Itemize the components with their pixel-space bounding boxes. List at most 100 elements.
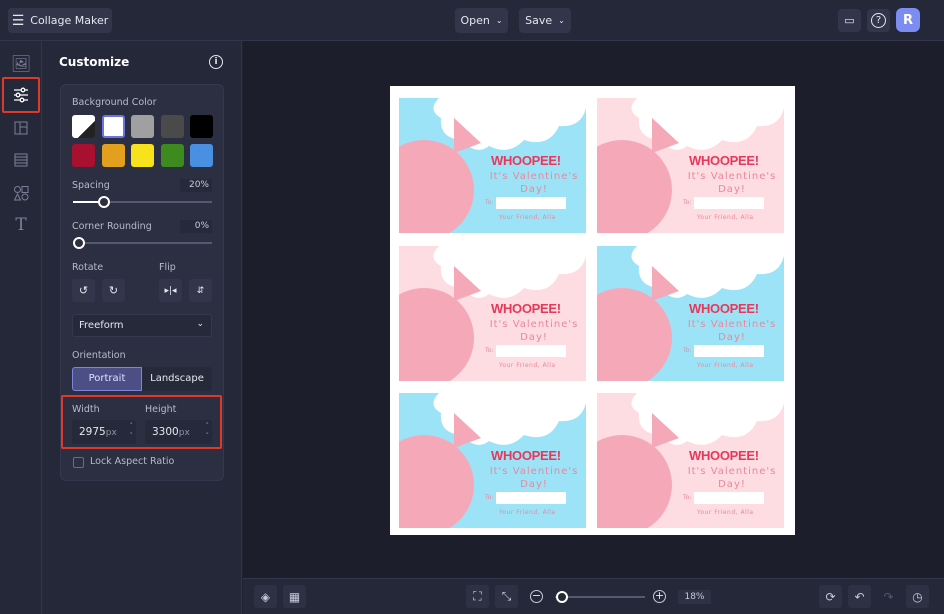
undo-icon: ↶ bbox=[854, 589, 865, 604]
grid-icon: ▦ bbox=[288, 589, 301, 604]
corner-slider-handle[interactable] bbox=[73, 237, 85, 249]
open-label: Open bbox=[460, 14, 490, 27]
card-title: WHOOPEE! bbox=[689, 301, 759, 316]
rotate-left-button[interactable]: ↺ bbox=[72, 279, 95, 302]
color-swatch[interactable] bbox=[190, 144, 213, 167]
zoom-slider[interactable] bbox=[555, 596, 645, 598]
redo-button[interactable]: ↷ bbox=[877, 585, 900, 608]
lock-aspect-checkbox[interactable] bbox=[73, 457, 84, 468]
card-message: It's Valentine's Day! bbox=[677, 170, 784, 196]
collage-sheet[interactable]: WHOOPEE! It's Valentine's Day! To: Your F… bbox=[390, 86, 795, 535]
zoom-out-icon[interactable]: − bbox=[530, 590, 543, 603]
spacing-label: Spacing bbox=[72, 180, 110, 191]
shrink-button[interactable]: ⤡ bbox=[495, 585, 518, 608]
card-title: WHOOPEE! bbox=[689, 153, 759, 168]
spacing-slider-fill bbox=[73, 201, 101, 203]
card-to-label: To: bbox=[485, 494, 494, 501]
save-button[interactable]: Save ⌄ bbox=[519, 8, 571, 33]
card-message: It's Valentine's Day! bbox=[677, 465, 784, 491]
shapes-icon[interactable] bbox=[8, 180, 34, 206]
color-swatch[interactable] bbox=[131, 144, 154, 167]
card-line2: Day! bbox=[718, 332, 746, 343]
top-bar: ☰ Collage Maker Open ⌄ Save ⌄ ▭ ? R bbox=[0, 0, 944, 41]
lock-aspect-label: Lock Aspect Ratio bbox=[90, 456, 175, 467]
card-message: It's Valentine's Day! bbox=[479, 170, 586, 196]
card-to-label: To: bbox=[683, 494, 692, 501]
comment-button[interactable]: ▭ bbox=[838, 9, 861, 32]
card-to-field bbox=[694, 197, 764, 209]
undo-button[interactable]: ↶ bbox=[848, 585, 871, 608]
color-swatch[interactable] bbox=[72, 115, 95, 138]
menu-button[interactable]: ☰ Collage Maker bbox=[8, 8, 112, 33]
info-icon[interactable]: i bbox=[209, 55, 223, 69]
history-icon: ◷ bbox=[912, 589, 923, 604]
card-to-label: To: bbox=[683, 199, 692, 206]
canvas-area: WHOOPEE! It's Valentine's Day! To: Your F… bbox=[243, 41, 944, 578]
card-from: Your Friend, Alla bbox=[499, 214, 556, 221]
shrink-icon: ⤡ bbox=[501, 589, 512, 603]
app-title: Collage Maker bbox=[30, 14, 109, 27]
bottom-bar: ◈ ▦ ⛶ ⤡ − + 18% ⟳ ↶ ↷ ◷ bbox=[243, 578, 944, 614]
card-to-field bbox=[496, 492, 566, 504]
zoom-slider-handle[interactable] bbox=[556, 591, 568, 603]
color-swatch[interactable] bbox=[160, 144, 184, 167]
valentine-card[interactable]: WHOOPEE! It's Valentine's Day! To: Your F… bbox=[597, 246, 784, 381]
expand-icon: ⛶ bbox=[473, 589, 482, 603]
valentine-card[interactable]: WHOOPEE! It's Valentine's Day! To: Your F… bbox=[597, 393, 784, 528]
flip-horizontal-icon: ▸|◂ bbox=[164, 285, 177, 296]
help-button[interactable]: ? bbox=[867, 9, 890, 32]
color-swatch[interactable] bbox=[190, 115, 213, 138]
corner-slider[interactable] bbox=[73, 242, 212, 244]
card-message: It's Valentine's Day! bbox=[677, 318, 784, 344]
chevron-down-icon: ⌄ bbox=[495, 16, 503, 25]
help-icon: ? bbox=[871, 13, 886, 28]
card-from: Your Friend, Alla bbox=[499, 509, 556, 516]
color-swatch[interactable] bbox=[101, 144, 125, 167]
text-icon[interactable]: T bbox=[8, 212, 34, 238]
corner-label: Corner Rounding bbox=[72, 221, 152, 232]
color-swatch[interactable] bbox=[101, 115, 125, 138]
card-title: WHOOPEE! bbox=[689, 448, 759, 463]
history-button[interactable]: ◷ bbox=[906, 585, 929, 608]
layout-icon[interactable] bbox=[8, 115, 34, 141]
corner-value[interactable]: 0% bbox=[180, 220, 212, 233]
save-label: Save bbox=[525, 14, 553, 27]
layers-button[interactable]: ◈ bbox=[254, 585, 277, 608]
chevron-down-icon: ⌄ bbox=[196, 319, 204, 329]
portrait-button[interactable]: Portrait bbox=[72, 367, 142, 391]
valentine-card[interactable]: WHOOPEE! It's Valentine's Day! To: Your F… bbox=[399, 98, 586, 233]
valentine-card[interactable]: WHOOPEE! It's Valentine's Day! To: Your F… bbox=[399, 393, 586, 528]
flip-vertical-button[interactable]: ⇵ bbox=[189, 279, 212, 302]
card-line1: It's Valentine's bbox=[489, 171, 579, 182]
spacing-value[interactable]: 20% bbox=[180, 179, 212, 192]
texture-icon[interactable] bbox=[8, 147, 34, 173]
card-line1: It's Valentine's bbox=[489, 319, 579, 330]
color-swatch[interactable] bbox=[160, 115, 184, 138]
card-title: WHOOPEE! bbox=[491, 301, 561, 316]
orientation-label: Orientation bbox=[72, 350, 126, 361]
card-to-field bbox=[694, 492, 764, 504]
rotate-right-button[interactable]: ↻ bbox=[102, 279, 125, 302]
color-swatch[interactable] bbox=[131, 115, 154, 138]
grid-button[interactable]: ▦ bbox=[283, 585, 306, 608]
card-from: Your Friend, Alla bbox=[697, 509, 754, 516]
landscape-button[interactable]: Landscape bbox=[142, 367, 212, 391]
open-button[interactable]: Open ⌄ bbox=[455, 8, 508, 33]
valentine-card[interactable]: WHOOPEE! It's Valentine's Day! To: Your F… bbox=[399, 246, 586, 381]
zoom-value[interactable]: 18% bbox=[678, 590, 711, 604]
avatar[interactable]: R bbox=[896, 8, 920, 32]
card-from: Your Friend, Alla bbox=[697, 214, 754, 221]
zoom-in-icon[interactable]: + bbox=[653, 590, 666, 603]
card-to-field bbox=[496, 345, 566, 357]
customize-panel: Customize i Background Color Spacing 20%… bbox=[42, 41, 242, 614]
image-icon[interactable]: 🖼 bbox=[8, 50, 34, 76]
fit-screen-button[interactable]: ⛶ bbox=[466, 585, 489, 608]
ratio-dropdown[interactable]: Freeform ⌄ bbox=[72, 314, 212, 337]
valentine-card[interactable]: WHOOPEE! It's Valentine's Day! To: Your F… bbox=[597, 98, 784, 233]
refresh-button[interactable]: ⟳ bbox=[819, 585, 842, 608]
spacing-slider-handle[interactable] bbox=[98, 196, 110, 208]
flip-label: Flip bbox=[159, 262, 176, 273]
color-swatch[interactable] bbox=[72, 144, 95, 167]
comment-icon: ▭ bbox=[844, 14, 855, 27]
flip-horizontal-button[interactable]: ▸|◂ bbox=[159, 279, 182, 302]
